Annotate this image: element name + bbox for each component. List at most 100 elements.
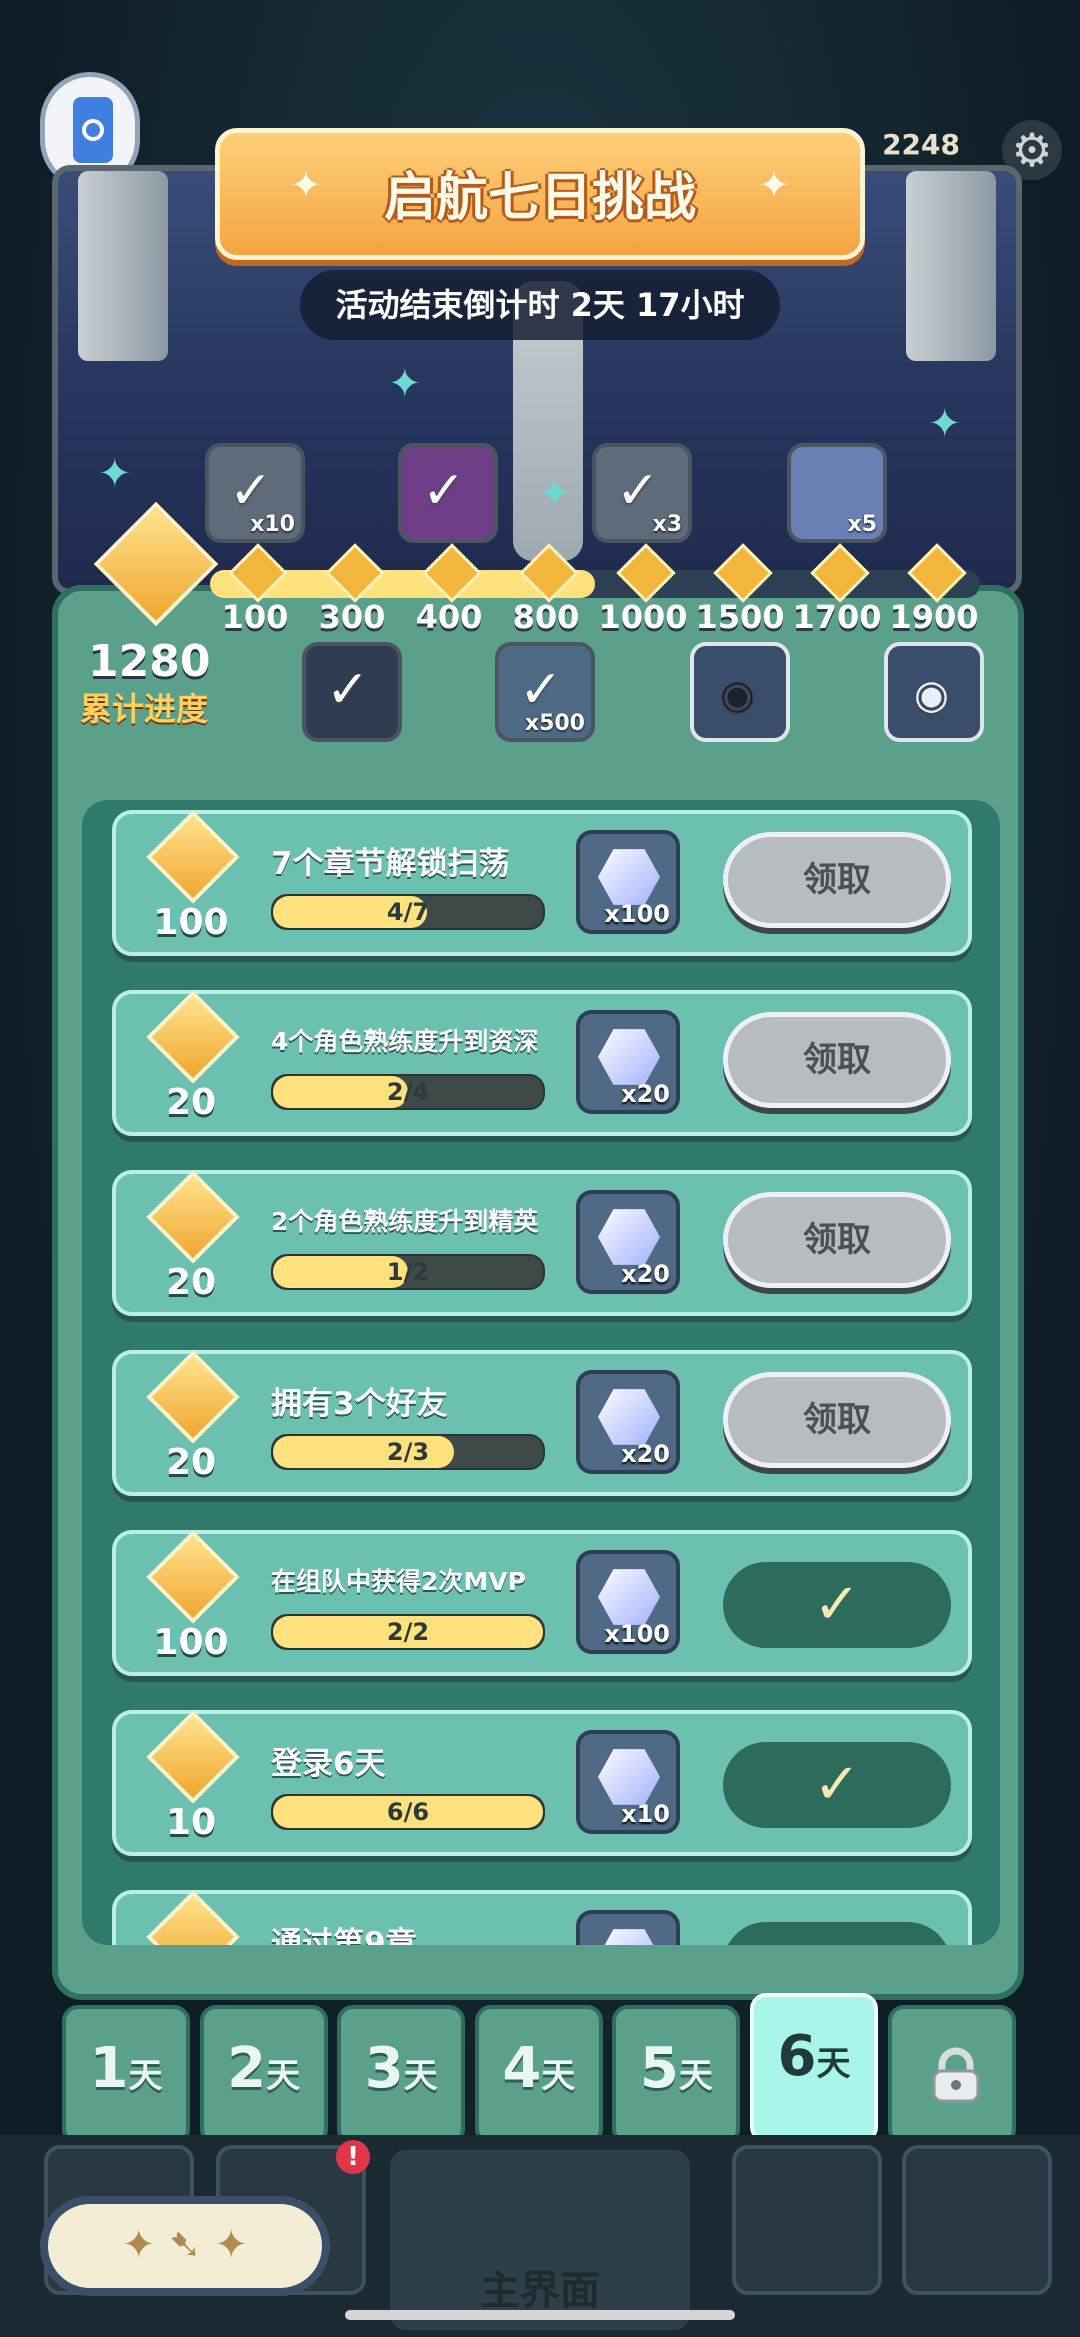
tab-day-number: 4	[502, 2036, 542, 2101]
notification-badge: !	[336, 2140, 370, 2174]
task-points: 20	[165, 1442, 217, 1483]
gem-reward[interactable]	[576, 1910, 680, 1945]
claim-button[interactable]: 领取	[723, 1372, 951, 1468]
task-row: 100 7个章节解锁扫荡 4/7 x100 领取	[112, 810, 972, 956]
nav-button-building[interactable]	[902, 2145, 1052, 2295]
points-diamond-icon	[146, 1170, 240, 1264]
tab-day-unit: 天	[403, 2056, 438, 2096]
task-progress-bar: 4/7	[271, 894, 545, 930]
task-progress-text: 1/2	[386, 1258, 430, 1286]
quick-menu-pill[interactable]: ✦ ➷ ✦	[40, 2196, 330, 2296]
claim-button[interactable]: 领取	[723, 1192, 951, 1288]
gem-reward[interactable]: x20	[576, 1370, 680, 1474]
tab-day-2[interactable]: 2天	[199, 2005, 328, 2145]
task-title: 7个章节解锁扫荡	[271, 846, 510, 882]
points-diamond-icon	[146, 1530, 240, 1624]
home-button[interactable]: 主界面	[390, 2150, 690, 2330]
gem-icon	[598, 1929, 660, 1945]
gem-reward[interactable]: x20	[576, 1010, 680, 1114]
milestone-label: 1000	[598, 598, 688, 636]
tab-day-unit: 天	[816, 2044, 851, 2084]
task-points: 100	[153, 1622, 229, 1663]
milestone-reward-800[interactable]: ✓ x500	[495, 642, 595, 742]
task-progress-text: 4/7	[386, 898, 430, 926]
task-progress-bar: 2/4	[271, 1074, 545, 1110]
milestone-label: 1500	[695, 598, 785, 636]
sparkle-icon: ✦	[758, 163, 790, 207]
tab-day-unit: 天	[266, 2056, 301, 2096]
pillar-right	[906, 171, 996, 361]
milestone-reward-1900[interactable]: ◉	[884, 642, 984, 742]
star-icon: ✦	[98, 451, 132, 497]
task-title: 4个角色熟练度升到资深	[271, 1027, 539, 1056]
gem-icon	[598, 849, 660, 905]
milestone-label: 400	[415, 598, 483, 636]
gem-reward[interactable]: x100	[576, 830, 680, 934]
star-icon: ✦	[388, 361, 422, 407]
task-points: 100	[153, 902, 229, 943]
progress-label: 累计进度	[80, 690, 209, 728]
reward-qty: x10	[621, 1800, 670, 1828]
task-row: 100 在组队中获得2次MVP 2/2 x100 ✓	[112, 1530, 972, 1676]
points-diamond-icon	[146, 1710, 240, 1804]
tab-day-4[interactable]: 4天	[474, 2005, 603, 2145]
reward-qty: x100	[604, 1620, 670, 1648]
task-title: 登录6天	[271, 1746, 386, 1782]
reward-qty: x20	[621, 1260, 670, 1288]
task-title: 在组队中获得2次MVP	[271, 1567, 526, 1596]
reward-qty: x100	[604, 900, 670, 928]
task-progress-text: 2/3	[386, 1438, 430, 1466]
nav-button-map[interactable]	[732, 2145, 882, 2295]
milestone-reward-1000[interactable]: ✓ x3	[592, 443, 692, 543]
points-diamond-icon	[146, 1890, 240, 1945]
day-tabs: 1天 2天 3天 4天 5天 6天	[62, 1993, 1017, 2145]
task-list[interactable]: 100 7个章节解锁扫荡 4/7 x100 领取 20 4个角色熟练度升到资深 …	[82, 800, 1000, 1945]
lock-icon	[932, 2047, 980, 2103]
claim-button[interactable]: 领取	[723, 1012, 951, 1108]
points-diamond-icon	[146, 990, 240, 1084]
tab-day-7-locked[interactable]	[888, 2005, 1016, 2145]
claim-button[interactable]: 领取	[723, 832, 951, 928]
task-points: 10	[165, 1802, 217, 1843]
reward-qty: x3	[652, 512, 683, 537]
claimed-indicator: ✓	[723, 1562, 951, 1648]
reward-qty: x20	[621, 1080, 670, 1108]
milestone-reward-100[interactable]: ✓ x10	[205, 443, 305, 543]
milestone-label: 800	[512, 598, 580, 636]
tab-day-6[interactable]: 6天	[750, 1993, 878, 2143]
task-progress-text: 6/6	[386, 1798, 430, 1826]
task-points: 20	[165, 1262, 217, 1303]
gem-reward[interactable]: x10	[576, 1730, 680, 1834]
milestone-reward-400[interactable]: ✓	[398, 443, 498, 543]
task-row: 10 登录6天 6/6 x10 ✓	[112, 1710, 972, 1856]
gem-reward[interactable]: x100	[576, 1550, 680, 1654]
robot-icon: ◉	[720, 672, 755, 718]
pillar-left	[78, 171, 168, 361]
milestone-reward-1700[interactable]: x5	[787, 443, 887, 543]
task-progress-text: 2/4	[386, 1078, 430, 1106]
task-progress-bar: 2/2	[271, 1614, 545, 1650]
milestone-reward-1500[interactable]: ◉	[690, 642, 790, 742]
task-row: 20 4个角色熟练度升到资深 2/4 x20 领取	[112, 990, 972, 1136]
milestone-label: 300	[318, 598, 386, 636]
home-label: 主界面	[480, 2268, 600, 2314]
task-points: 20	[165, 1082, 217, 1123]
checkmark-icon: ✓	[813, 1572, 861, 1637]
currency-amount: 2248	[882, 128, 960, 161]
gem-icon	[598, 1209, 660, 1265]
milestone-reward-300[interactable]: ✓	[302, 642, 402, 742]
tab-day-number: 2	[227, 2036, 267, 2101]
tab-day-5[interactable]: 5天	[612, 2005, 741, 2145]
tab-day-1[interactable]: 1天	[62, 2005, 190, 2145]
device-icon	[73, 97, 113, 163]
star-icon: ✦	[538, 471, 572, 517]
tab-day-number: 5	[639, 2036, 679, 2101]
tab-day-number: 6	[777, 2024, 817, 2089]
countdown-timer: 活动结束倒计时 2天 17小时	[300, 270, 780, 340]
tab-day-number: 1	[89, 2036, 129, 2101]
tab-day-number: 3	[364, 2036, 404, 2101]
tab-day-3[interactable]: 3天	[337, 2005, 466, 2145]
reward-qty: x20	[621, 1440, 670, 1468]
task-row: 20 拥有3个好友 2/3 x20 领取	[112, 1350, 972, 1496]
gem-reward[interactable]: x20	[576, 1190, 680, 1294]
